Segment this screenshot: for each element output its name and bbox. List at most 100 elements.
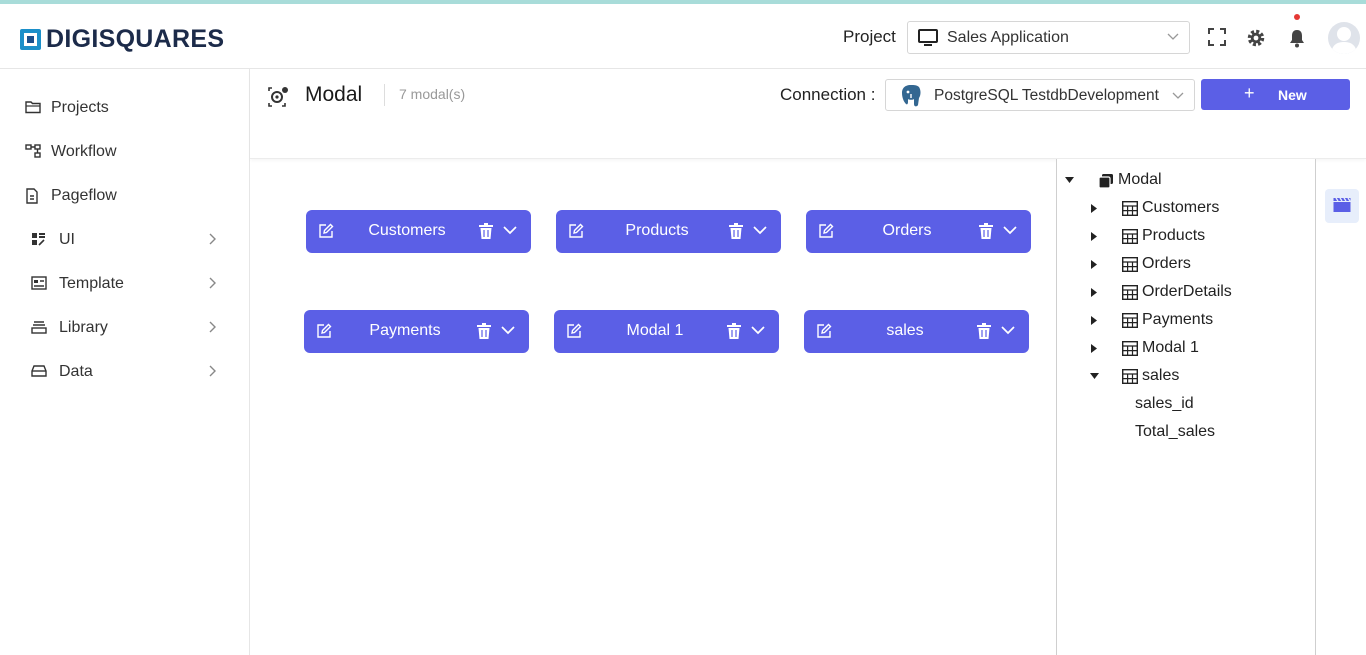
sidebar-item-workflow[interactable]: Workflow	[0, 137, 250, 167]
edit-icon[interactable]	[818, 223, 834, 239]
caret-right-icon[interactable]	[1090, 316, 1098, 325]
tree-root[interactable]: Modal	[1065, 170, 1305, 192]
table-icon	[1122, 341, 1138, 356]
sidebar-item-label: Template	[59, 275, 124, 292]
caret-right-icon[interactable]	[1090, 288, 1098, 297]
chevron-down-icon	[1167, 33, 1179, 40]
project-label: Project	[843, 27, 896, 46]
library-icon	[31, 321, 47, 334]
chevron-down-icon[interactable]	[1003, 225, 1017, 235]
trash-icon[interactable]	[479, 223, 493, 239]
pageflow-icon	[26, 188, 38, 204]
new-button-label: New	[1278, 87, 1307, 103]
modal-card-name: Modal 1	[626, 322, 684, 339]
edit-icon[interactable]	[316, 323, 332, 339]
modal-card-customers[interactable]: Customers	[306, 210, 531, 253]
logo[interactable]: DIGISQUARES	[20, 25, 224, 54]
sidebar-item-projects[interactable]: Projects	[0, 93, 250, 123]
caret-right-icon[interactable]	[1090, 232, 1098, 241]
tree-item-label: sales	[1142, 367, 1180, 384]
sidebar-item-ui[interactable]: UI	[0, 225, 250, 255]
ui-icon	[32, 233, 45, 246]
folder-icon	[25, 101, 41, 114]
modal-card-orders[interactable]: Orders	[806, 210, 1031, 253]
chevron-down-icon[interactable]	[751, 325, 765, 335]
sidebar: Projects Workflow Pageflow UI Template L…	[0, 69, 250, 655]
sidebar-item-label: Library	[59, 319, 108, 336]
caret-down-icon[interactable]	[1090, 372, 1099, 381]
postgresql-icon	[902, 85, 921, 107]
connection-select-value: PostgreSQL TestdbDevelopment	[934, 87, 1159, 104]
chevron-right-icon	[209, 233, 216, 245]
sidebar-item-pageflow[interactable]: Pageflow	[0, 181, 250, 211]
tree-item-orders[interactable]: Orders	[1090, 254, 1290, 276]
fullscreen-icon[interactable]	[1208, 28, 1226, 46]
project-select[interactable]: Sales Application	[907, 21, 1190, 54]
chevron-down-icon[interactable]	[501, 325, 515, 335]
connection-select[interactable]: PostgreSQL TestdbDevelopment	[885, 79, 1195, 111]
caret-right-icon[interactable]	[1090, 344, 1098, 353]
trash-icon[interactable]	[979, 223, 993, 239]
tree-field-sales-id[interactable]: sales_id	[1135, 394, 1285, 416]
chevron-right-icon	[209, 277, 216, 289]
gear-icon[interactable]	[1246, 28, 1266, 48]
tree-item-payments[interactable]: Payments	[1090, 310, 1290, 332]
modal-icon	[268, 87, 288, 107]
trash-icon[interactable]	[477, 323, 491, 339]
tree-item-modal-1[interactable]: Modal 1	[1090, 338, 1290, 360]
sidebar-item-label: UI	[59, 231, 75, 248]
modal-card-payments[interactable]: Payments	[304, 310, 529, 353]
trash-icon[interactable]	[977, 323, 991, 339]
chevron-down-icon[interactable]	[503, 225, 517, 235]
logo-mark-icon	[20, 29, 41, 50]
sidebar-item-library[interactable]: Library	[0, 313, 250, 343]
sidebar-item-label: Pageflow	[51, 187, 117, 204]
table-icon	[1122, 369, 1138, 384]
chevron-down-icon[interactable]	[1001, 325, 1015, 335]
tree-item-sales[interactable]: sales	[1090, 366, 1290, 388]
chevron-down-icon[interactable]	[753, 225, 767, 235]
tree-item-products[interactable]: Products	[1090, 226, 1290, 248]
caret-right-icon[interactable]	[1090, 260, 1098, 269]
tree-item-customers[interactable]: Customers	[1090, 198, 1290, 220]
caret-down-icon[interactable]	[1065, 176, 1074, 185]
table-icon	[1122, 313, 1138, 328]
tree-item-label: Payments	[1142, 311, 1214, 328]
tree-item-orderdetails[interactable]: OrderDetails	[1090, 282, 1290, 304]
modal-card-name: sales	[886, 322, 924, 339]
workflow-icon	[25, 144, 41, 158]
table-icon	[1122, 285, 1138, 300]
edit-icon[interactable]	[816, 323, 832, 339]
template-icon	[31, 276, 47, 290]
chevron-right-icon	[209, 365, 216, 377]
modal-card-modal-1[interactable]: Modal 1	[554, 310, 779, 353]
edit-icon[interactable]	[566, 323, 582, 339]
monitor-icon	[918, 28, 938, 46]
sidebar-item-label: Workflow	[51, 143, 117, 160]
tree-item-label: OrderDetails	[1142, 283, 1232, 300]
trash-icon[interactable]	[727, 323, 741, 339]
tree-field-label: sales_id	[1135, 395, 1194, 412]
chevron-right-icon	[209, 321, 216, 333]
data-icon	[31, 365, 47, 377]
plus-icon: +	[1244, 83, 1255, 103]
modal-card-products[interactable]: Products	[556, 210, 781, 253]
chevron-down-icon	[1172, 92, 1184, 99]
caret-right-icon[interactable]	[1090, 204, 1098, 213]
connection-label: Connection :	[780, 85, 876, 104]
trash-icon[interactable]	[729, 223, 743, 239]
avatar[interactable]	[1328, 22, 1360, 54]
modal-card-name: Products	[625, 222, 689, 239]
bell-icon[interactable]	[1287, 28, 1307, 48]
sidebar-item-label: Projects	[51, 99, 109, 116]
sidebar-item-template[interactable]: Template	[0, 269, 250, 299]
new-button[interactable]: + New	[1201, 79, 1350, 110]
tree-field-total-sales[interactable]: Total_sales	[1135, 422, 1285, 444]
edit-icon[interactable]	[568, 223, 584, 239]
modal-card-sales[interactable]: sales	[804, 310, 1029, 353]
sidebar-item-data[interactable]: Data	[0, 357, 250, 387]
modal-card-name: Payments	[369, 322, 441, 339]
edit-icon[interactable]	[318, 223, 334, 239]
side-panel-toggle[interactable]	[1325, 189, 1359, 223]
user-silhouette-icon	[1331, 27, 1357, 54]
